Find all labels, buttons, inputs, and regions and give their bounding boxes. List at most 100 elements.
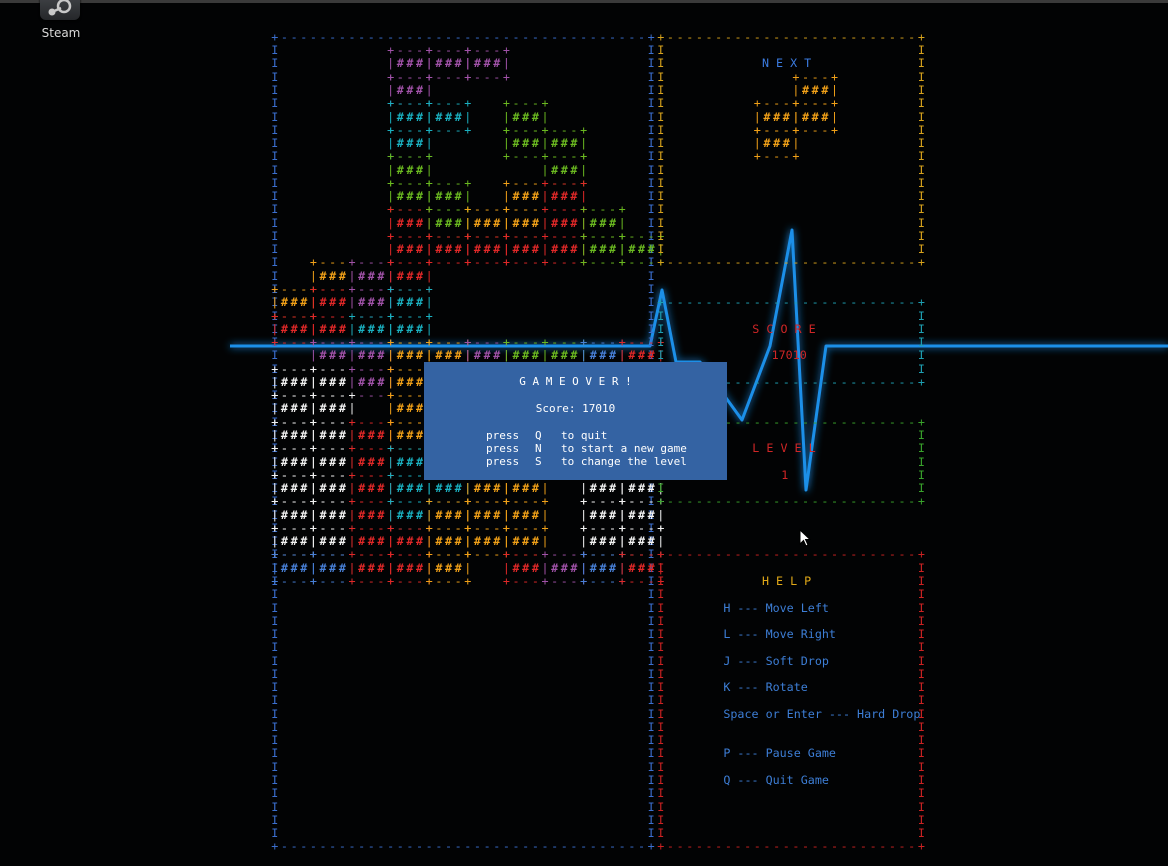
- board-block-edge: |: [387, 560, 395, 575]
- frame-char: I: [657, 706, 665, 721]
- frame-char: -: [377, 29, 385, 44]
- next-block-edge: -: [782, 96, 790, 111]
- board-block-fill: #: [319, 454, 327, 469]
- change-level-key: S: [535, 455, 542, 468]
- frame-char: -: [830, 255, 839, 270]
- frame-char: I: [657, 560, 665, 575]
- frame-char: -: [493, 839, 501, 854]
- frame-char: -: [628, 29, 636, 44]
- frame-char: -: [792, 414, 800, 429]
- board-block-fill: #: [628, 507, 636, 522]
- frame-char: -: [734, 494, 742, 509]
- board-block-edge: -: [444, 494, 453, 509]
- board-block-fill: #: [512, 560, 520, 575]
- board-block-edge: -: [300, 361, 308, 376]
- frame-char: -: [280, 29, 288, 44]
- board-block-edge: -: [444, 547, 453, 562]
- board-block-fill: #: [377, 507, 385, 522]
- frame-char: -: [531, 839, 539, 854]
- board-block-fill: #: [599, 507, 607, 522]
- frame-char: -: [695, 29, 703, 44]
- board-block-fill: #: [444, 215, 453, 230]
- frame-char: I: [917, 56, 925, 71]
- frame-char: I: [647, 600, 655, 615]
- board-block-edge: -: [570, 149, 578, 164]
- board-block-edge: -: [493, 255, 501, 270]
- board-block-fill: #: [483, 56, 491, 71]
- board-block-fill: #: [454, 507, 462, 522]
- board-block-edge: +: [425, 494, 433, 509]
- board-block-edge: -: [522, 96, 530, 111]
- frame-char: I: [917, 109, 925, 124]
- board-block-edge: -: [483, 547, 491, 562]
- board-block-edge: -: [483, 202, 491, 217]
- board-block-edge: -: [599, 494, 607, 509]
- board-block-fill: #: [290, 295, 298, 310]
- board-block-edge: -: [416, 308, 424, 323]
- board-block-edge: -: [628, 255, 636, 270]
- board-block-fill: #: [319, 348, 327, 363]
- frame-char: -: [705, 295, 713, 310]
- frame-char: -: [599, 29, 607, 44]
- board-block-edge: -: [329, 494, 337, 509]
- board-block-edge: +: [464, 202, 472, 217]
- board-block-fill: #: [406, 215, 414, 230]
- frame-char: I: [917, 746, 925, 761]
- board-block-edge: -: [628, 573, 636, 588]
- frame-char: -: [840, 255, 848, 270]
- frame-char: I: [647, 149, 655, 164]
- board-block-fill: #: [290, 401, 298, 416]
- board-block-edge: |: [541, 109, 549, 124]
- frame-char: -: [570, 29, 578, 44]
- board-block-fill: #: [367, 295, 375, 310]
- board-block-fill: #: [416, 295, 424, 310]
- frame-char: -: [763, 295, 771, 310]
- board-block-edge: -: [522, 547, 530, 562]
- frame-char: -: [802, 494, 810, 509]
- frame-char: -: [821, 839, 829, 854]
- new-game-action: to start a new game: [561, 442, 687, 455]
- board-block-edge: -: [319, 573, 327, 588]
- board-block-edge: -: [377, 494, 385, 509]
- board-block-edge: |: [425, 507, 433, 522]
- frame-char: -: [734, 414, 742, 429]
- board-block-edge: -: [406, 149, 414, 164]
- board-block-edge: |: [425, 109, 433, 124]
- board-block-edge: |: [425, 162, 433, 177]
- frame-char: -: [859, 839, 867, 854]
- board-block-edge: -: [551, 547, 559, 562]
- board-block-fill: #: [406, 401, 414, 416]
- help-line: L --- Move Right: [723, 627, 836, 642]
- frame-char: -: [850, 839, 858, 854]
- frame-char: -: [522, 839, 530, 854]
- board-block-edge: -: [589, 547, 597, 562]
- help-line: Space or Enter --- Hard Drop: [723, 706, 921, 721]
- frame-char: -: [782, 839, 790, 854]
- board-block-fill: #: [338, 454, 346, 469]
- board-block-fill: #: [396, 454, 404, 469]
- board-block-edge: +: [387, 361, 395, 376]
- board-block-edge: -: [377, 547, 385, 562]
- frame-char: -: [850, 374, 858, 389]
- board-block-edge: |: [502, 560, 510, 575]
- frame-char: -: [686, 494, 694, 509]
- board-block-edge: +: [502, 149, 510, 164]
- board-block-fill: #: [358, 507, 366, 522]
- board-block-edge: +: [580, 149, 588, 164]
- frame-char: -: [869, 494, 877, 509]
- next-block-edge: -: [802, 96, 810, 111]
- board-block-edge: +: [425, 308, 433, 323]
- board-block-edge: -: [560, 255, 568, 270]
- frame-char: -: [773, 494, 781, 509]
- board-block-edge: -: [338, 573, 346, 588]
- next-block-edge: +: [830, 122, 839, 137]
- board-block-edge: -: [454, 96, 462, 111]
- board-block-edge: -: [416, 494, 424, 509]
- frame-char: -: [830, 414, 839, 429]
- board-block-edge: -: [416, 149, 424, 164]
- board-block-edge: -: [531, 96, 539, 111]
- frame-char: -: [821, 295, 829, 310]
- game-over-title: G A M E O V E R !: [519, 375, 632, 388]
- board-block-fill: #: [531, 109, 539, 124]
- frame-char: -: [464, 839, 472, 854]
